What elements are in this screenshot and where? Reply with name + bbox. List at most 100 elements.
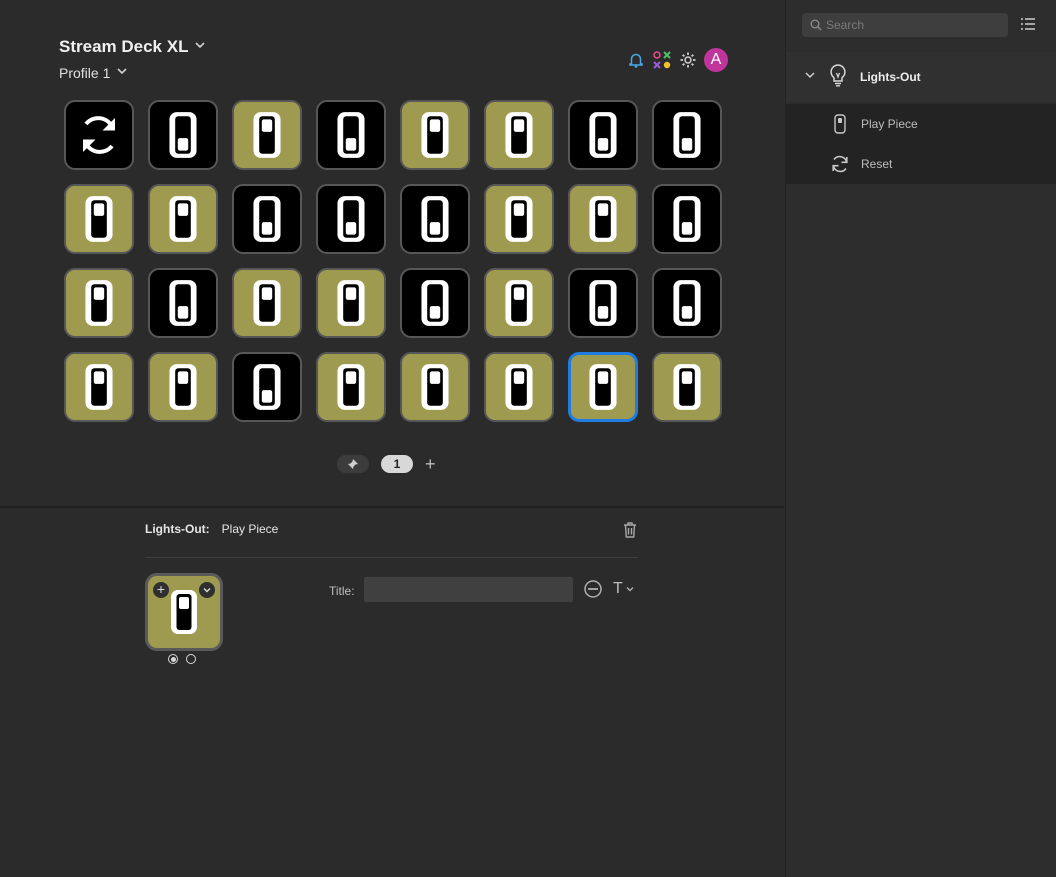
page-button-1[interactable]: 1 [381,455,413,473]
title-link-icon[interactable] [582,580,604,603]
delete-trash-icon[interactable] [622,521,638,544]
pin-page-button[interactable] [337,455,369,473]
key-r3-c2[interactable] [148,268,218,338]
image-menu-button[interactable] [199,582,215,598]
switch-icon [421,112,449,158]
key-r3-c4[interactable] [316,268,386,338]
switch-icon [85,196,113,242]
switch-icon [505,364,533,410]
key-r4-c7[interactable] [568,352,638,422]
switch-icon [253,364,281,410]
title-input[interactable] [364,577,573,602]
text-format-icon: T [613,580,623,597]
key-r3-c8[interactable] [652,268,722,338]
search-input[interactable] [822,17,998,33]
switch-icon [673,280,701,326]
switch-icon [169,280,197,326]
switch-icon [589,364,617,410]
switch-icon [505,196,533,242]
chevron-down-icon [626,587,634,592]
key-r1-c6[interactable] [484,100,554,170]
search-field[interactable] [802,13,1008,37]
key-r4-c1[interactable] [64,352,134,422]
key-r1-c7[interactable] [568,100,638,170]
chevron-down-icon [194,38,206,56]
device-selector[interactable]: Stream Deck XL [59,37,206,57]
key-r2-c1[interactable] [64,184,134,254]
profile-selector[interactable]: Profile 1 [59,64,128,82]
search-icon [810,19,822,31]
marketplace-icon[interactable] [652,50,672,70]
notification-bell-icon[interactable] [626,50,646,70]
settings-gear-icon[interactable] [678,50,698,70]
main-area: Stream Deck XL Profile 1 A 1 + Lights-Ou… [0,0,784,877]
key-image-preview[interactable]: + [145,573,223,651]
add-image-button[interactable]: + [153,582,169,598]
key-r4-c2[interactable] [148,352,218,422]
switch-icon [673,112,701,158]
switch-icon [337,196,365,242]
chevron-down-icon [203,588,211,593]
lightbulb-icon [828,63,848,92]
switch-icon [505,280,533,326]
key-r2-c2[interactable] [148,184,218,254]
key-r1-c2[interactable] [148,100,218,170]
switch-icon [169,364,197,410]
key-r3-c1[interactable] [64,268,134,338]
switch-icon [169,112,197,158]
key-r4-c4[interactable] [316,352,386,422]
switch-icon [421,280,449,326]
state-2-radio[interactable] [186,654,196,664]
state-1-radio[interactable] [168,654,178,664]
key-r3-c6[interactable] [484,268,554,338]
pin-icon [348,459,358,469]
key-r3-c3[interactable] [232,268,302,338]
switch-icon [421,196,449,242]
inspector-header: Lights-Out: Play Piece [145,522,278,536]
reset-icon [830,154,850,174]
key-r1-c8[interactable] [652,100,722,170]
action-label: Reset [861,157,893,171]
switch-icon [169,196,197,242]
key-r2-c6[interactable] [484,184,554,254]
key-r2-c5[interactable] [400,184,470,254]
title-label: Title: [329,584,355,598]
key-r2-c3[interactable] [232,184,302,254]
switch-icon [85,364,113,410]
action-reset[interactable]: Reset [786,144,1056,184]
key-r3-c5[interactable] [400,268,470,338]
inspector-action-name: Play Piece [221,522,279,536]
switch-icon [337,280,365,326]
category-lights-out[interactable]: Lights-Out [786,52,1056,102]
switch-icon [673,196,701,242]
key-r2-c7[interactable] [568,184,638,254]
switch-icon [830,114,850,134]
key-r2-c8[interactable] [652,184,722,254]
key-r1-c3[interactable] [232,100,302,170]
state-selector [168,654,196,664]
key-r4-c3[interactable] [232,352,302,422]
list-view-icon[interactable] [1020,17,1036,36]
panel-divider[interactable] [0,506,784,508]
key-r1-c4[interactable] [316,100,386,170]
key-r1-c5[interactable] [400,100,470,170]
account-avatar[interactable]: A [704,48,728,72]
switch-icon [589,280,617,326]
inspector-separator [145,557,638,558]
reset-icon [83,116,115,154]
key-r1-c1[interactable] [64,100,134,170]
chevron-down-icon [804,68,816,86]
page-navigator: 1 + [337,455,436,473]
switch-icon [171,590,197,634]
key-r3-c7[interactable] [568,268,638,338]
key-grid [64,100,722,422]
action-play-piece[interactable]: Play Piece [786,104,1056,144]
key-r4-c8[interactable] [652,352,722,422]
chevron-down-icon [116,64,128,82]
title-font-menu[interactable]: T [613,580,635,598]
add-page-button[interactable]: + [425,455,436,473]
key-r2-c4[interactable] [316,184,386,254]
key-r4-c5[interactable] [400,352,470,422]
switch-icon [589,112,617,158]
key-r4-c6[interactable] [484,352,554,422]
